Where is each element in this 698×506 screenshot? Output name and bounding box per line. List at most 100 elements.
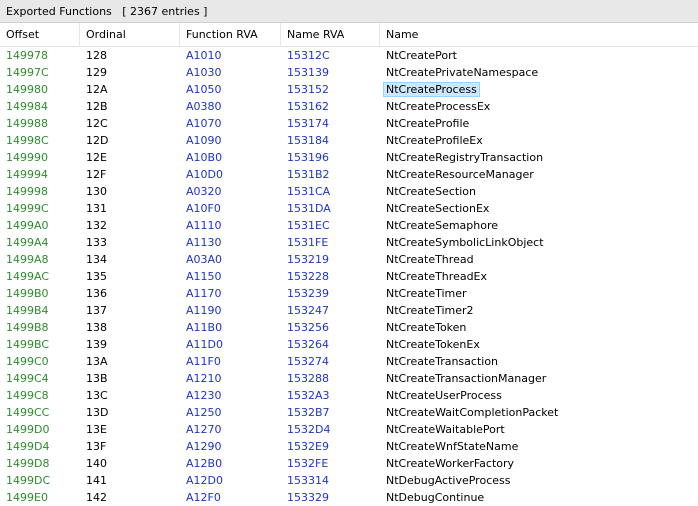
function-rva-cell: A0320 [186, 185, 222, 198]
column-header-ordinal[interactable]: Ordinal [80, 23, 180, 46]
name-rva-cell: 1532D4 [287, 423, 331, 436]
name-rva-cell: 153139 [287, 66, 329, 79]
table-row[interactable]: 1499A8 134 A03A0 153219 NtCreateThread [0, 251, 698, 268]
ordinal-cell: 129 [86, 66, 107, 79]
table-row[interactable]: 1499D0 13E A1270 1532D4 NtCreateWaitablePort [0, 421, 698, 438]
offset-cell: 1499CC [6, 406, 50, 419]
table-row[interactable]: 1499D8 140 A12B0 1532FE NtCreateWorkerFactor… [0, 455, 698, 472]
ordinal-cell: 13A [86, 355, 108, 368]
function-name-label: NtDebugContinue [386, 491, 485, 504]
offset-cell: 149990 [6, 151, 48, 164]
name-rva-cell: 153329 [287, 491, 329, 504]
table-row[interactable]: 1499C4 13B A1210 153288 NtCreateTransactionM… [0, 370, 698, 387]
table-row[interactable]: 1499A4 133 A1130 1531FE NtCreateSymbolicLink… [0, 234, 698, 251]
table-row[interactable]: 1499A0 132 A1110 1531EC NtCreateSemaphore [0, 217, 698, 234]
function-rva-cell: A10D0 [186, 168, 223, 181]
table-row[interactable]: 149990 12E A10B0 153196 NtCreateRegistryTran… [0, 149, 698, 166]
ordinal-cell: 142 [86, 491, 107, 504]
function-name-label: NtCreateUserProcess [386, 389, 502, 402]
function-rva-cell: A1150 [186, 270, 222, 283]
offset-cell: 1499D4 [6, 440, 50, 453]
table-row[interactable]: 1499BC 139 A11D0 153264 NtCreateTokenEx [0, 336, 698, 353]
table-row[interactable]: 149998 130 A0320 1531CA NtCreateSection [0, 183, 698, 200]
name-cell: NtCreateTimer [380, 285, 698, 302]
table-row[interactable]: 1499B8 138 A11B0 153256 NtCreateToken [0, 319, 698, 336]
name-rva-cell: 1532FE [287, 457, 329, 470]
table-row[interactable]: 1499D4 13F A1290 1532E9 NtCreateWnfStateName [0, 438, 698, 455]
table-row[interactable]: 1499B4 137 A1190 153247 NtCreateTimer2 [0, 302, 698, 319]
name-rva-cell: 153256 [287, 321, 329, 334]
offset-cell: 149978 [6, 49, 48, 62]
column-header-name-rva[interactable]: Name RVA [281, 23, 380, 46]
table-header: Offset Ordinal Function RVA Name RVA Nam… [0, 23, 698, 47]
column-header-name[interactable]: Name [380, 23, 698, 46]
table-row[interactable]: 1499C0 13A A11F0 153274 NtCreateTransaction [0, 353, 698, 370]
name-rva-cell: 1532A3 [287, 389, 330, 402]
offset-cell: 1499B4 [6, 304, 49, 317]
function-rva-cell: A1230 [186, 389, 222, 402]
table-row[interactable]: 1499CC 13D A1250 1532B7 NtCreateWaitCompleti… [0, 404, 698, 421]
offset-cell: 149980 [6, 83, 48, 96]
offset-cell: 1499A8 [6, 253, 49, 266]
function-name-label: NtCreateThread [386, 253, 474, 266]
function-rva-cell: A1190 [186, 304, 222, 317]
ordinal-cell: 12B [86, 100, 108, 113]
ordinal-cell: 12D [86, 134, 109, 147]
name-cell: NtCreateUserProcess [380, 387, 698, 404]
name-cell: NtDebugActiveProcess [380, 472, 698, 489]
ordinal-cell: 141 [86, 474, 107, 487]
offset-cell: 149994 [6, 168, 48, 181]
function-rva-cell: A1110 [186, 219, 222, 232]
table-row[interactable]: 149988 12C A1070 153174 NtCreateProfile [0, 115, 698, 132]
ordinal-cell: 13C [86, 389, 108, 402]
function-name-label: NtCreateProfile [386, 117, 470, 130]
table-row[interactable]: 1499AC 135 A1150 153228 NtCreateThreadEx [0, 268, 698, 285]
table-row[interactable]: 1499C8 13C A1230 1532A3 NtCreateUserProcess [0, 387, 698, 404]
table-row[interactable]: 14999C 131 A10F0 1531DA NtCreateSectionEx [0, 200, 698, 217]
table-row[interactable]: 149984 12B A0380 153162 NtCreateProcessEx [0, 98, 698, 115]
name-rva-cell: 15312C [287, 49, 330, 62]
name-rva-cell: 153264 [287, 338, 329, 351]
ordinal-cell: 132 [86, 219, 107, 232]
column-header-offset[interactable]: Offset [0, 23, 80, 46]
table-row[interactable]: 14998C 12D A1090 153184 NtCreateProfileEx [0, 132, 698, 149]
function-rva-cell: A1130 [186, 236, 222, 249]
table-row[interactable]: 1499E0 142 A12F0 153329 NtDebugContinue [0, 489, 698, 506]
function-name-label: NtCreatePort [386, 49, 457, 62]
function-rva-cell: A1030 [186, 66, 222, 79]
function-name-label: NtCreateWaitCompletionPacket [386, 406, 559, 419]
column-header-function-rva[interactable]: Function RVA [180, 23, 281, 46]
function-rva-cell: A12F0 [186, 491, 221, 504]
function-rva-cell: A10B0 [186, 151, 223, 164]
name-cell: NtCreateThread [380, 251, 698, 268]
function-rva-cell: A03A0 [186, 253, 223, 266]
table-row[interactable]: 1499B0 136 A1170 153239 NtCreateTimer [0, 285, 698, 302]
table-row[interactable]: 1499DC 141 A12D0 153314 NtDebugActiveProcess [0, 472, 698, 489]
table-row[interactable]: 14997C 129 A1030 153139 NtCreatePrivateNames… [0, 64, 698, 81]
ordinal-cell: 12C [86, 117, 108, 130]
function-name-label: NtCreateTokenEx [386, 338, 480, 351]
offset-cell: 1499AC [6, 270, 50, 283]
function-rva-cell: A1170 [186, 287, 222, 300]
name-rva-cell: 153162 [287, 100, 329, 113]
function-name-label: NtCreateProcessEx [386, 100, 491, 113]
function-name-label: NtCreateTransactionManager [386, 372, 547, 385]
ordinal-cell: 12E [86, 151, 107, 164]
table-row[interactable]: 149980 12A A1050 153152 NtCreateProcess [0, 81, 698, 98]
name-cell: NtCreateProcess [380, 81, 698, 98]
name-rva-cell: 1532B7 [287, 406, 330, 419]
function-name-label: NtCreateTimer [386, 287, 467, 300]
table-row[interactable]: 149978 128 A1010 15312C NtCreatePort [0, 47, 698, 64]
function-rva-cell: A11D0 [186, 338, 223, 351]
table-row[interactable]: 149994 12F A10D0 1531B2 NtCreateResourceMana… [0, 166, 698, 183]
name-cell: NtCreateSectionEx [380, 200, 698, 217]
ordinal-cell: 138 [86, 321, 107, 334]
name-cell: NtCreateTokenEx [380, 336, 698, 353]
name-rva-cell: 1531DA [287, 202, 331, 215]
offset-cell: 1499D8 [6, 457, 50, 470]
ordinal-cell: 128 [86, 49, 107, 62]
offset-cell: 1499BC [6, 338, 50, 351]
function-rva-cell: A1050 [186, 83, 222, 96]
offset-cell: 14999C [6, 202, 49, 215]
function-rva-cell: A1070 [186, 117, 222, 130]
